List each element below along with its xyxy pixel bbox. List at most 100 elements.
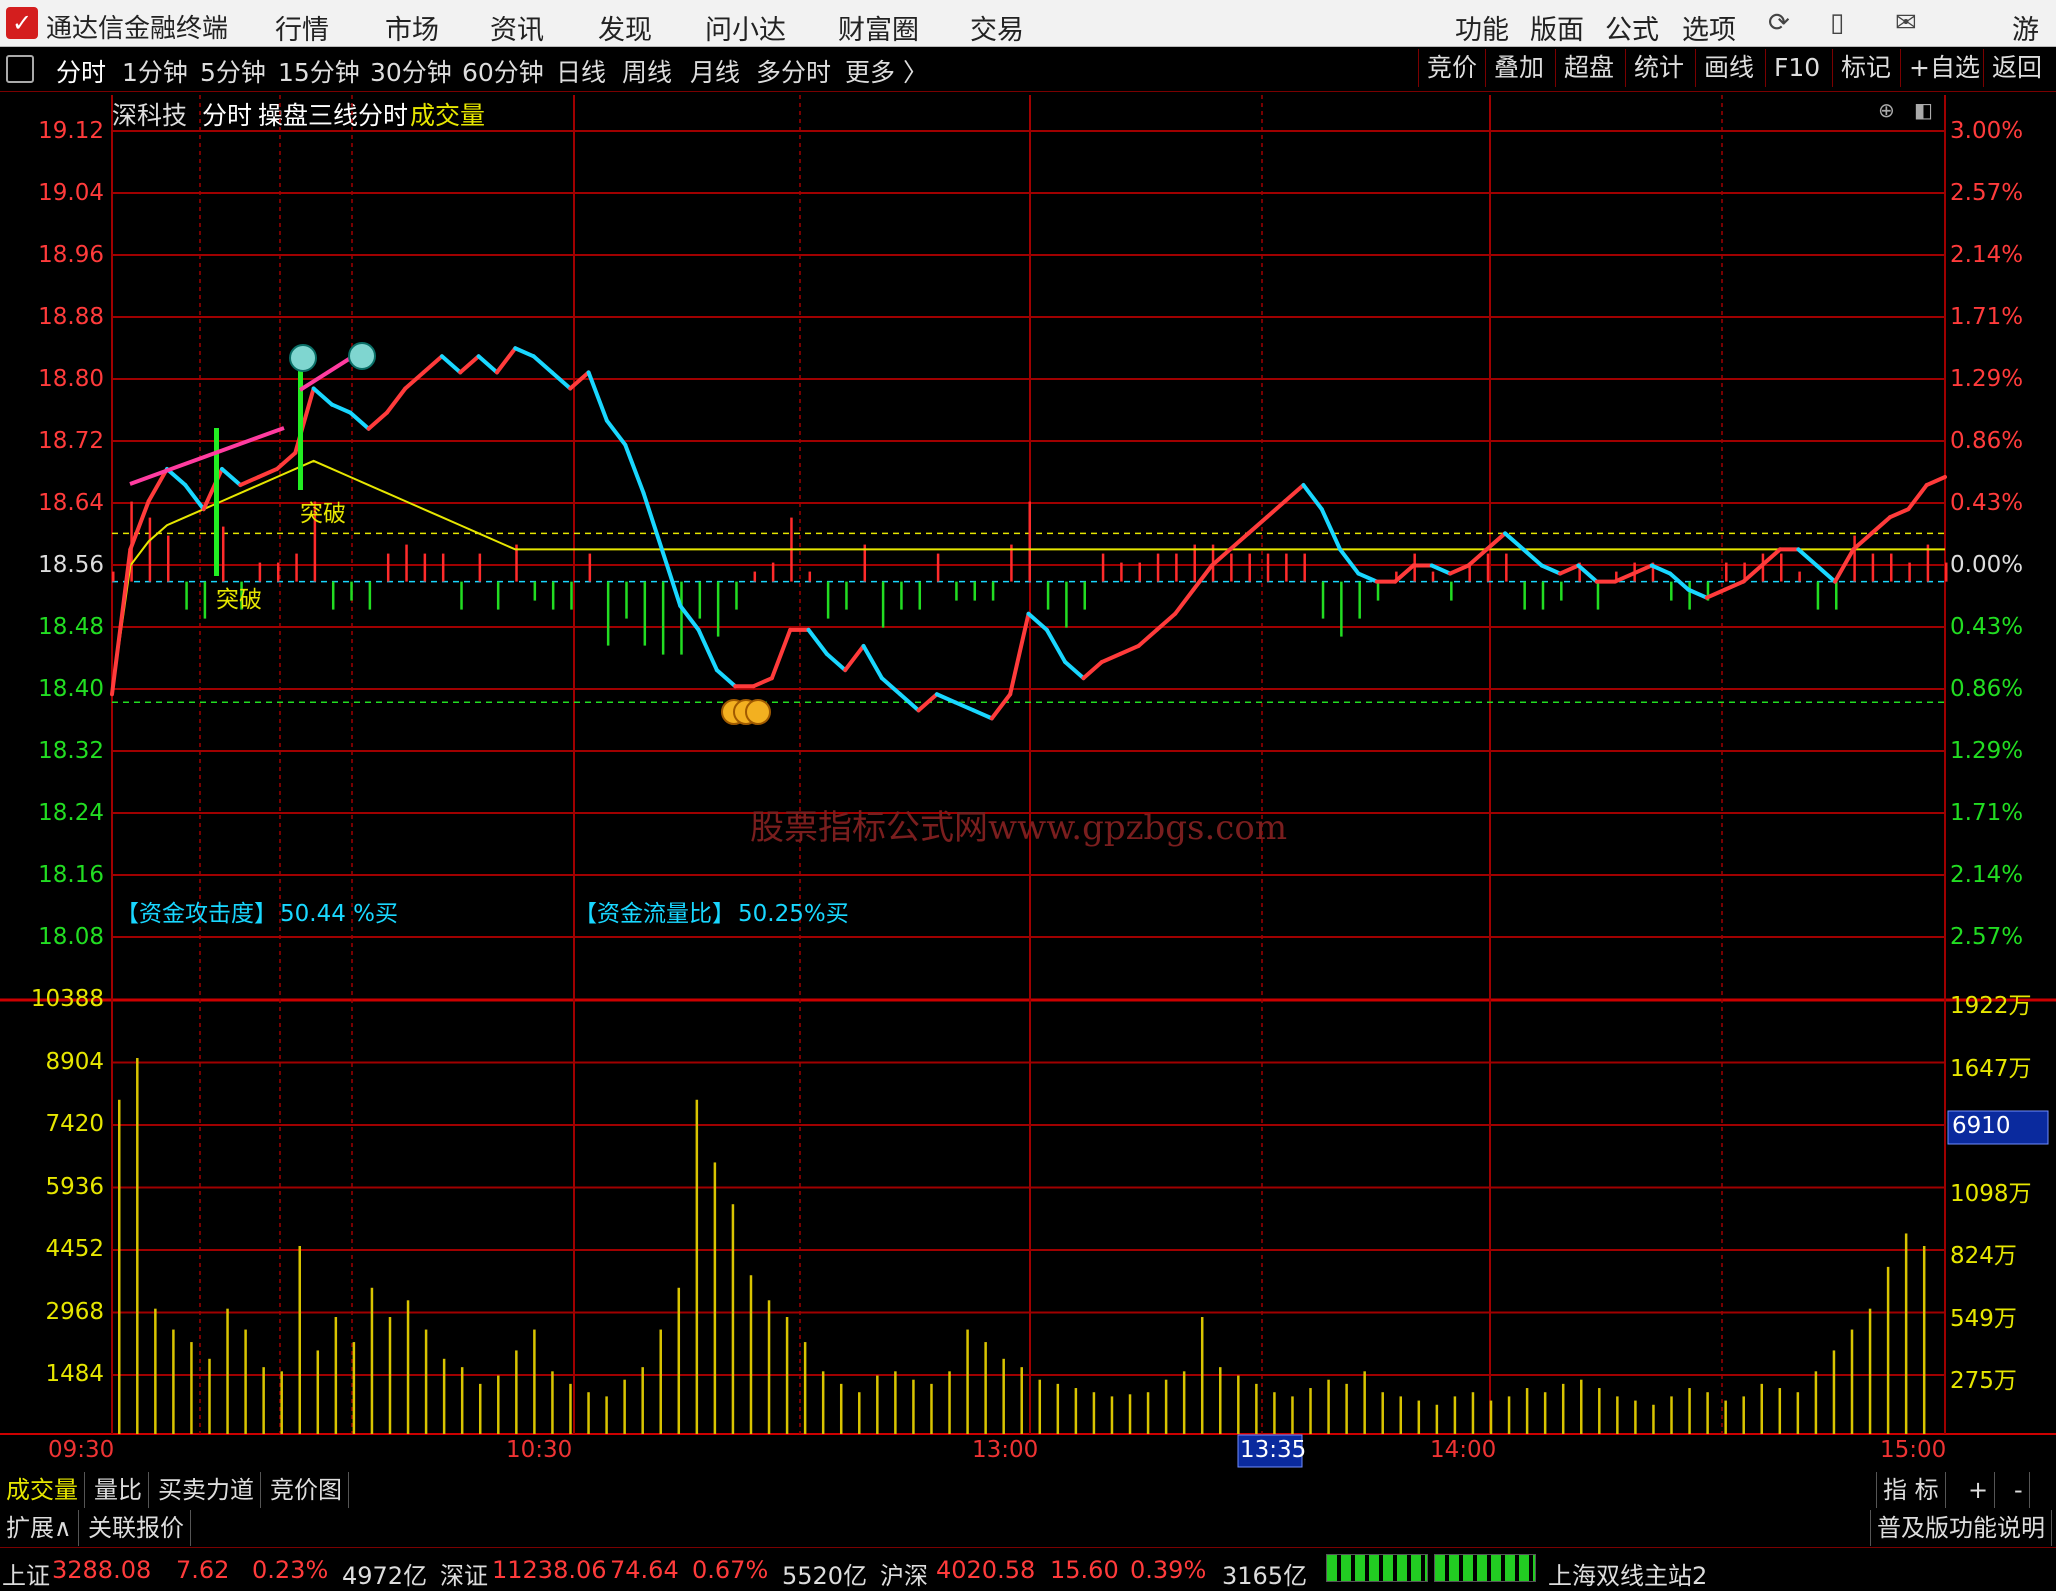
sub-indicator-name: 成交量 bbox=[410, 101, 486, 130]
refresh-icon[interactable]: ⟳ bbox=[1768, 8, 1790, 38]
pct-tick: 1.29% bbox=[1950, 366, 2024, 392]
btn-jingjia[interactable]: 竞价 bbox=[1418, 49, 1477, 87]
power-bar bbox=[1101, 553, 1105, 582]
volume-bar bbox=[803, 1342, 807, 1434]
volume-bar bbox=[1525, 1388, 1529, 1434]
power-bar bbox=[441, 553, 445, 582]
tab-buy-sell-power[interactable]: 买卖力道 bbox=[152, 1472, 261, 1508]
volume-bar bbox=[1724, 1400, 1727, 1434]
price-line-segment bbox=[403, 370, 426, 391]
volume-bar bbox=[478, 1383, 482, 1434]
menu-faxian[interactable]: 发现 bbox=[598, 8, 652, 47]
volume-bar bbox=[1164, 1379, 1168, 1434]
price-line-segment bbox=[1099, 652, 1123, 665]
volume-bar bbox=[1634, 1400, 1637, 1434]
tab-auction-chart[interactable]: 竞价图 bbox=[264, 1472, 349, 1508]
menu-gongneng[interactable]: 功能 bbox=[1455, 8, 1509, 47]
power-bar bbox=[1413, 553, 1416, 582]
price-line-segment bbox=[293, 386, 316, 455]
menu-caifuquan[interactable]: 财富圈 bbox=[838, 8, 919, 47]
period-30min[interactable]: 30分钟 bbox=[370, 53, 452, 89]
period-week[interactable]: 周线 bbox=[622, 53, 672, 89]
price-line-segment bbox=[458, 354, 481, 375]
volume-bar bbox=[497, 1375, 500, 1434]
menu-gongshi[interactable]: 公式 bbox=[1605, 8, 1659, 47]
menu-jiaoyi[interactable]: 交易 bbox=[970, 8, 1024, 47]
menu-hangqing[interactable]: 行情 bbox=[275, 8, 329, 47]
tab-expand[interactable]: 扩展∧ bbox=[0, 1510, 79, 1546]
sz-change: 74.64 bbox=[610, 1556, 679, 1584]
btn-biaoji[interactable]: 标记 bbox=[1832, 49, 1891, 87]
volume-bar bbox=[912, 1379, 915, 1434]
btn-chaopan[interactable]: 超盘 bbox=[1555, 49, 1614, 87]
layout-icon[interactable]: ◧ bbox=[1914, 98, 1933, 122]
price-line-segment bbox=[714, 668, 738, 689]
indicator-button[interactable]: 指 标 bbox=[1876, 1472, 1946, 1508]
menu-shichang[interactable]: 市场 bbox=[385, 8, 439, 47]
help-link[interactable]: 普及版功能说明 bbox=[1870, 1510, 2052, 1546]
period-multi[interactable]: 多分时 bbox=[756, 53, 831, 89]
mail-icon[interactable]: ✉ bbox=[1895, 8, 1917, 38]
period-60min[interactable]: 60分钟 bbox=[462, 53, 544, 89]
volume-bar bbox=[749, 1275, 753, 1434]
power-bar bbox=[1358, 581, 1361, 619]
price-line-segment bbox=[1246, 515, 1269, 536]
period-1min[interactable]: 1分钟 bbox=[122, 53, 188, 89]
tab-volume-ratio[interactable]: 量比 bbox=[88, 1472, 149, 1508]
attack-value: 50.44 %买 bbox=[280, 901, 399, 927]
period-month[interactable]: 月线 bbox=[690, 53, 740, 89]
expand-icon[interactable]: ⊕ bbox=[1878, 98, 1895, 122]
power-bar bbox=[1230, 553, 1233, 582]
power-bar bbox=[918, 581, 922, 610]
vol-tick-r: 1647万 bbox=[1950, 1056, 2032, 1082]
volume-bar bbox=[1092, 1392, 1096, 1434]
intraday-chart[interactable] bbox=[0, 0, 2056, 1586]
breakout-label: 突破 bbox=[216, 587, 262, 613]
menu-banmian[interactable]: 版面 bbox=[1530, 8, 1584, 47]
price-tick: 18.88 bbox=[38, 304, 104, 330]
zoom-out-button[interactable]: - bbox=[2008, 1472, 2030, 1508]
price-line-segment bbox=[1393, 563, 1416, 584]
btn-f10[interactable]: F10 bbox=[1765, 49, 1820, 87]
volume-bar bbox=[948, 1371, 951, 1434]
pct-tick: 0.86% bbox=[1950, 428, 2024, 454]
period-day[interactable]: 日线 bbox=[556, 53, 606, 89]
volume-bar bbox=[876, 1375, 879, 1434]
period-more[interactable]: 更多 〉 bbox=[845, 53, 928, 89]
power-bar bbox=[166, 535, 170, 582]
volume-bar bbox=[280, 1371, 283, 1434]
tab-related-quotes[interactable]: 关联报价 bbox=[82, 1510, 191, 1546]
tab-volume[interactable]: 成交量 bbox=[0, 1472, 85, 1508]
power-bar bbox=[368, 581, 372, 610]
volume-bar bbox=[839, 1383, 843, 1434]
power-bar bbox=[185, 581, 188, 610]
price-line-segment bbox=[861, 643, 884, 681]
btn-tongji[interactable]: 统计 bbox=[1625, 49, 1684, 87]
menu-wenxiaoda[interactable]: 问小达 bbox=[705, 8, 786, 47]
volume-bar bbox=[424, 1329, 428, 1434]
menu-zixun[interactable]: 资讯 bbox=[490, 8, 544, 47]
period-15min[interactable]: 15分钟 bbox=[278, 53, 360, 89]
volume-bar bbox=[442, 1358, 446, 1434]
period-fenshi[interactable]: 分时 bbox=[56, 53, 106, 89]
phone-icon[interactable]: ▯ bbox=[1830, 8, 1844, 38]
app-title: 通达信金融终端 bbox=[46, 14, 229, 44]
volume-bar bbox=[1363, 1371, 1366, 1434]
btn-diejia[interactable]: 叠加 bbox=[1485, 49, 1544, 87]
menu-xuanxiang[interactable]: 选项 bbox=[1682, 8, 1736, 47]
btn-huaxian[interactable]: 画线 bbox=[1695, 49, 1754, 87]
power-bar bbox=[1560, 581, 1563, 601]
watermark: 股票指标公式网www.gpzbgs.com bbox=[750, 808, 1288, 848]
volume-bar bbox=[1435, 1404, 1439, 1434]
power-bar bbox=[1688, 581, 1691, 610]
btn-add-watchlist[interactable]: +自选 bbox=[1900, 49, 1980, 87]
power-bar bbox=[1248, 553, 1251, 582]
volume-bar bbox=[262, 1367, 265, 1434]
zoom-in-button[interactable]: + bbox=[1962, 1472, 1996, 1508]
period-5min[interactable]: 5分钟 bbox=[200, 53, 266, 89]
volume-bar bbox=[1327, 1379, 1330, 1434]
btn-back[interactable]: 返回 bbox=[1983, 49, 2042, 87]
power-bar bbox=[1266, 553, 1270, 582]
price-line-segment bbox=[971, 708, 994, 721]
panel-toggle-icon[interactable] bbox=[6, 55, 34, 83]
